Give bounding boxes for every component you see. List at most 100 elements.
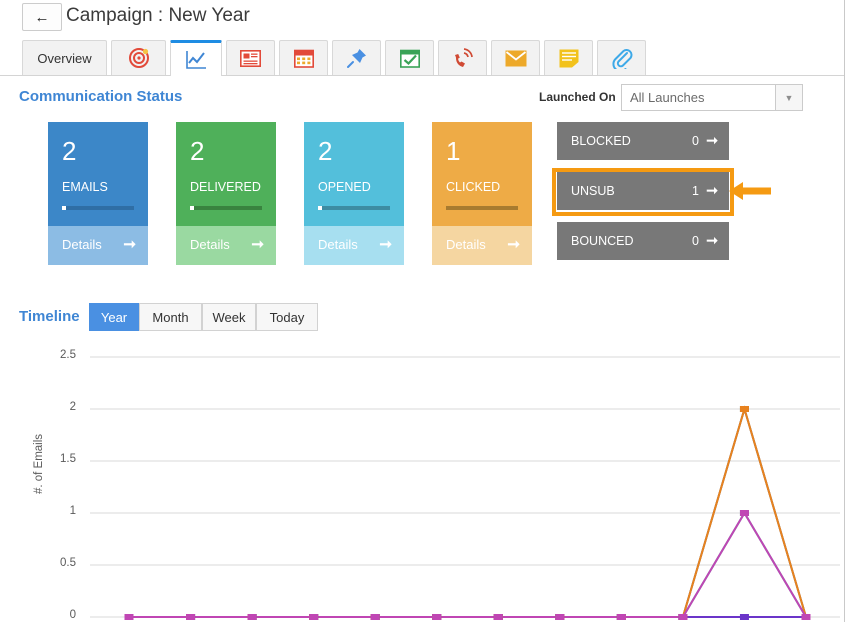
page-header: ← Campaign : New Year bbox=[0, 0, 845, 34]
details-label: Details bbox=[318, 237, 358, 252]
chart-y-tick-label: 0 bbox=[42, 609, 76, 621]
metric-details-button[interactable]: Details ➞ bbox=[304, 226, 404, 265]
status-label: BOUNCED bbox=[571, 234, 634, 248]
metric-value: 2 bbox=[62, 138, 76, 164]
chart-y-tick-label: 1.5 bbox=[42, 453, 76, 465]
metric-progress-fill bbox=[190, 206, 194, 210]
metric-progress-track bbox=[446, 206, 518, 210]
chart-data-point bbox=[186, 614, 195, 620]
arrow-left-annotation-icon bbox=[729, 178, 771, 204]
status-value: 1 bbox=[692, 184, 699, 198]
calendar-red-icon bbox=[294, 49, 314, 68]
calendar-check-icon bbox=[400, 49, 420, 68]
metric-details-button[interactable]: Details ➞ bbox=[432, 226, 532, 265]
timeline-title: Timeline bbox=[19, 308, 80, 325]
metric-label: CLICKED bbox=[446, 180, 500, 194]
tab-overview[interactable]: Overview bbox=[22, 40, 107, 75]
status-bar-unsub[interactable]: UNSUB 1 ➞ bbox=[557, 172, 729, 210]
chart-data-point bbox=[678, 614, 687, 620]
chart-y-tick-label: 0.5 bbox=[42, 557, 76, 569]
metric-value: 1 bbox=[446, 138, 460, 164]
tab-task[interactable] bbox=[385, 40, 434, 75]
tab-analytics[interactable] bbox=[170, 40, 222, 76]
tab-call[interactable] bbox=[438, 40, 487, 75]
chart-data-point bbox=[125, 614, 134, 620]
chart-y-tick-label: 2 bbox=[42, 401, 76, 413]
launched-on-value: All Launches bbox=[630, 90, 704, 105]
chart-data-point bbox=[248, 614, 257, 620]
tab-note[interactable] bbox=[544, 40, 593, 75]
timeline-range-today[interactable]: Today bbox=[256, 303, 318, 331]
arrow-right-icon: ➞ bbox=[251, 235, 264, 253]
timeline-range-label: Week bbox=[213, 310, 246, 325]
metric-details-button[interactable]: Details ➞ bbox=[176, 226, 276, 265]
details-label: Details bbox=[62, 237, 102, 252]
metric-label: EMAILS bbox=[62, 180, 108, 194]
arrow-left-icon: ← bbox=[35, 10, 50, 25]
chart-plot-area bbox=[0, 340, 845, 622]
metric-progress-fill bbox=[318, 206, 322, 210]
chart-data-point bbox=[494, 614, 503, 620]
timeline-range-month[interactable]: Month bbox=[139, 303, 202, 331]
metric-value: 2 bbox=[190, 138, 204, 164]
chart-data-point bbox=[371, 614, 380, 620]
metric-card-delivered[interactable]: 2 DELIVERED Details ➞ bbox=[176, 122, 276, 265]
metric-details-button[interactable]: Details ➞ bbox=[48, 226, 148, 265]
news-icon bbox=[240, 50, 261, 67]
metric-card-clicked[interactable]: 1 CLICKED Details ➞ bbox=[432, 122, 532, 265]
chart-data-point bbox=[617, 614, 626, 620]
status-value: 0 bbox=[692, 134, 699, 148]
metric-progress-track bbox=[190, 206, 262, 210]
tab-email[interactable] bbox=[491, 40, 540, 75]
arrow-right-icon: ➞ bbox=[123, 235, 136, 253]
status-label: BLOCKED bbox=[571, 134, 631, 148]
metric-card-emails[interactable]: 2 EMAILS Details ➞ bbox=[48, 122, 148, 265]
metric-label: DELIVERED bbox=[190, 180, 261, 194]
line-chart-icon bbox=[185, 50, 207, 70]
arrow-right-icon: ➞ bbox=[706, 182, 718, 199]
phone-ring-icon bbox=[452, 47, 474, 69]
tab-calendar[interactable] bbox=[279, 40, 328, 75]
page-title: Campaign : New Year bbox=[66, 3, 250, 28]
details-label: Details bbox=[190, 237, 230, 252]
timeline-chart: #. of Emails 00.511.522.5 bbox=[0, 340, 845, 622]
note-icon bbox=[559, 49, 579, 68]
details-label: Details bbox=[446, 237, 486, 252]
tab-news[interactable] bbox=[226, 40, 275, 75]
timeline-range-label: Year bbox=[101, 310, 127, 325]
metric-progress-fill bbox=[62, 206, 66, 210]
metric-card-opened[interactable]: 2 OPENED Details ➞ bbox=[304, 122, 404, 265]
status-bar-blocked[interactable]: BLOCKED 0 ➞ bbox=[557, 122, 729, 160]
arrow-right-icon: ➞ bbox=[379, 235, 392, 253]
timeline-range-label: Month bbox=[152, 310, 188, 325]
timeline-range-year[interactable]: Year bbox=[89, 303, 139, 331]
metric-value: 2 bbox=[318, 138, 332, 164]
chart-data-point bbox=[802, 614, 811, 620]
tab-pin[interactable] bbox=[332, 40, 381, 75]
target-icon bbox=[128, 47, 150, 69]
chart-data-point bbox=[740, 614, 749, 620]
chart-data-point bbox=[309, 614, 318, 620]
chevron-down-icon[interactable]: ▼ bbox=[775, 85, 802, 110]
metric-progress-track bbox=[62, 206, 134, 210]
campaign-detail-page: ← Campaign : New Year Overview bbox=[0, 0, 845, 622]
status-value: 0 bbox=[692, 234, 699, 248]
launched-on-label: Launched On bbox=[539, 90, 616, 104]
timeline-range-week[interactable]: Week bbox=[202, 303, 256, 331]
envelope-icon bbox=[505, 50, 527, 67]
arrow-right-icon: ➞ bbox=[706, 132, 718, 149]
chart-y-tick-label: 1 bbox=[42, 505, 76, 517]
back-button[interactable]: ← bbox=[22, 3, 62, 31]
tab-target[interactable] bbox=[111, 40, 166, 75]
chart-data-point bbox=[740, 406, 749, 412]
chart-data-point bbox=[740, 510, 749, 516]
launched-on-select[interactable]: All Launches ▼ bbox=[621, 84, 803, 111]
tab-bar: Overview bbox=[0, 40, 845, 76]
communication-status-title: Communication Status bbox=[19, 88, 182, 105]
status-bar-bounced[interactable]: BOUNCED 0 ➞ bbox=[557, 222, 729, 260]
tab-attachment[interactable] bbox=[597, 40, 646, 75]
chart-data-point bbox=[555, 614, 564, 620]
status-label: UNSUB bbox=[571, 184, 615, 198]
chart-y-tick-label: 2.5 bbox=[42, 349, 76, 361]
timeline-range-label: Today bbox=[270, 310, 305, 325]
